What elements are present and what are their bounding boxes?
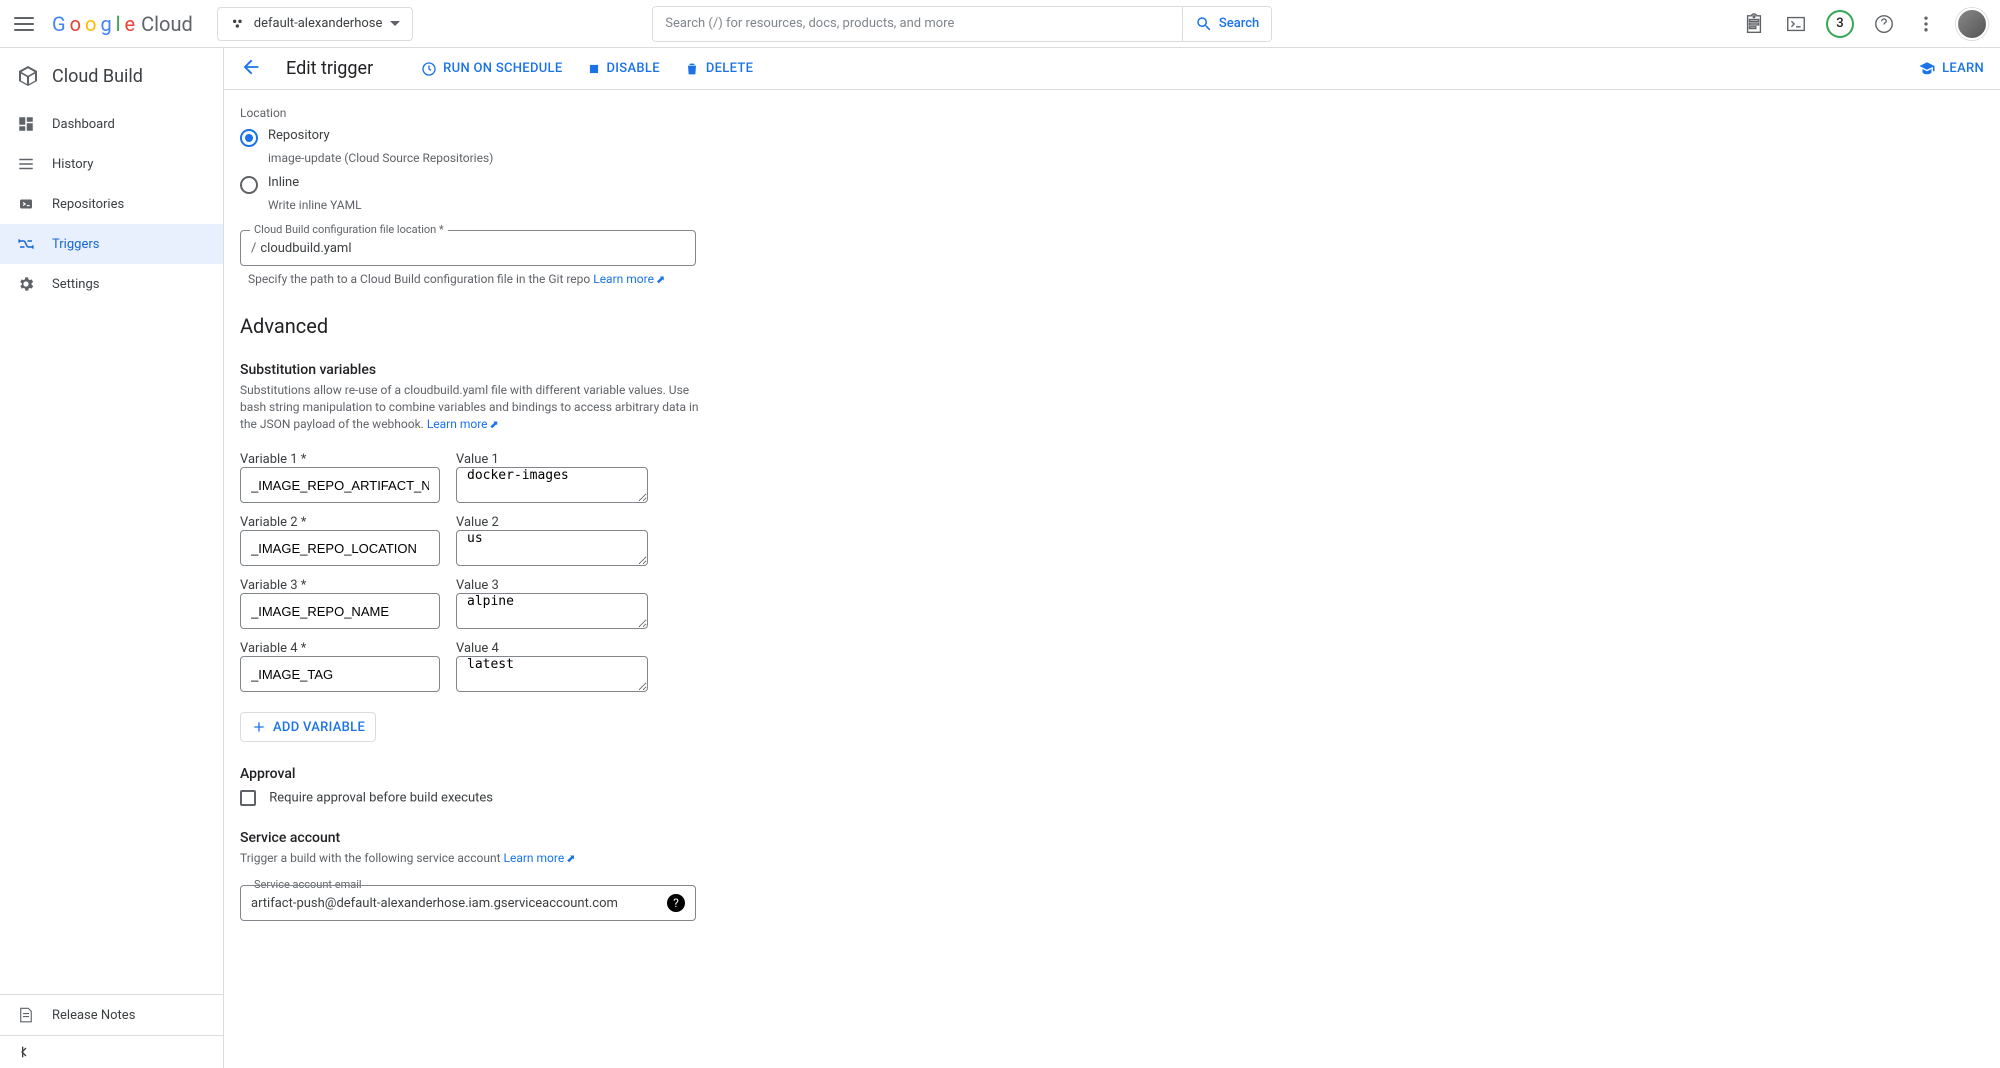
approval-checkbox[interactable]	[240, 790, 256, 806]
sidebar-item-triggers[interactable]: Triggers	[0, 224, 223, 264]
notifications-badge[interactable]: 3	[1826, 10, 1854, 38]
project-icon	[230, 16, 246, 32]
variable-name-label: Variable 3 *	[240, 578, 440, 593]
variable-value-label: Value 3	[456, 578, 648, 593]
repository-radio-sublabel: image-update (Cloud Source Repositories)	[268, 151, 940, 165]
variable-value-label: Value 1	[456, 452, 648, 467]
external-link-icon: ⬈	[656, 273, 665, 286]
approval-checkbox-label: Require approval before build executes	[269, 791, 493, 806]
sa-help-icon[interactable]: ?	[667, 894, 685, 912]
repository-radio-label: Repository	[268, 128, 330, 143]
cloud-shell-icon[interactable]	[1784, 12, 1808, 36]
variable-row: Variable 1 * Value 1 docker-images	[240, 452, 940, 507]
repositories-icon	[16, 194, 36, 214]
advanced-heading: Advanced	[240, 314, 940, 338]
delete-icon	[684, 61, 700, 77]
schedule-icon	[421, 61, 437, 77]
menu-icon[interactable]	[12, 12, 36, 36]
variable-name-input[interactable]	[240, 467, 440, 503]
sidebar-item-dashboard[interactable]: Dashboard	[0, 104, 223, 144]
variable-row: Variable 2 * Value 2 us	[240, 515, 940, 570]
dashboard-icon	[16, 114, 36, 134]
collapse-sidebar-button[interactable]	[0, 1035, 223, 1068]
page-toolbar: Edit trigger RUN ON SCHEDULE DISABLE DEL…	[224, 48, 2000, 90]
inline-radio[interactable]	[240, 176, 258, 194]
service-header: Cloud Build	[0, 48, 223, 104]
project-selector[interactable]: default-alexanderhose	[217, 7, 414, 41]
history-icon	[16, 154, 36, 174]
external-link-icon: ⬈	[490, 418, 499, 431]
variable-row: Variable 3 * Value 3 alpine	[240, 578, 940, 633]
learn-icon	[1918, 60, 1936, 78]
variable-value-label: Value 2	[456, 515, 648, 530]
sidebar: Cloud Build Dashboard History Repositori…	[0, 48, 224, 1068]
release-notes-link[interactable]: Release Notes	[0, 995, 223, 1035]
triggers-icon	[16, 234, 36, 254]
form-content: Location Repository image-update (Cloud …	[224, 90, 2000, 1068]
cloud-build-icon	[16, 64, 40, 88]
variable-name-input[interactable]	[240, 530, 440, 566]
service-account-description: Trigger a build with the following servi…	[240, 851, 501, 865]
variable-name-label: Variable 1 *	[240, 452, 440, 467]
variable-name-label: Variable 2 *	[240, 515, 440, 530]
learn-button[interactable]: LEARN	[1918, 60, 1984, 78]
inline-radio-label: Inline	[268, 175, 299, 190]
subvars-learn-more-link[interactable]: Learn more⬈	[427, 417, 499, 431]
location-label: Location	[240, 106, 940, 120]
help-icon[interactable]	[1872, 12, 1896, 36]
sa-email-input[interactable]: artifact-push@default-alexanderhose.iam.…	[240, 885, 696, 921]
chevron-left-icon	[16, 1044, 32, 1060]
variable-value-label: Value 4	[456, 641, 648, 656]
search-input[interactable]: Search (/) for resources, docs, products…	[652, 6, 1183, 42]
variable-value-input[interactable]: docker-images	[456, 467, 648, 503]
search-button[interactable]: Search	[1183, 6, 1272, 42]
project-name: default-alexanderhose	[254, 16, 383, 31]
chevron-down-icon	[390, 21, 400, 26]
delete-button[interactable]: DELETE	[684, 61, 753, 77]
stop-icon	[587, 62, 601, 76]
variable-value-input[interactable]: us	[456, 530, 648, 566]
run-on-schedule-button[interactable]: RUN ON SCHEDULE	[421, 61, 562, 77]
sidebar-item-repositories[interactable]: Repositories	[0, 184, 223, 224]
google-cloud-logo[interactable]: Google Cloud	[52, 12, 193, 36]
variable-name-input[interactable]	[240, 593, 440, 629]
variable-row: Variable 4 * Value 4 latest	[240, 641, 940, 696]
substitution-variables-heading: Substitution variables	[240, 362, 940, 378]
more-icon[interactable]	[1914, 12, 1938, 36]
release-notes-icon	[16, 1005, 36, 1025]
sidebar-item-settings[interactable]: Settings	[0, 264, 223, 304]
variable-value-input[interactable]: latest	[456, 656, 648, 692]
variable-name-input[interactable]	[240, 656, 440, 692]
service-account-heading: Service account	[240, 830, 940, 846]
back-button[interactable]	[240, 56, 262, 82]
plus-icon	[251, 719, 267, 735]
repository-radio[interactable]	[240, 129, 258, 147]
sidebar-item-history[interactable]: History	[0, 144, 223, 184]
config-file-label: Cloud Build configuration file location …	[250, 223, 448, 236]
sa-learn-more-link[interactable]: Learn more⬈	[504, 851, 576, 865]
global-header: Google Cloud default-alexanderhose Searc…	[0, 0, 2000, 48]
add-variable-button[interactable]: ADD VARIABLE	[240, 712, 376, 742]
account-avatar[interactable]	[1956, 8, 1988, 40]
config-learn-more-link[interactable]: Learn more⬈	[593, 272, 665, 286]
variable-value-input[interactable]: alpine	[456, 593, 648, 629]
external-link-icon: ⬈	[566, 852, 575, 865]
config-helper-text: Specify the path to a Cloud Build config…	[248, 272, 590, 286]
settings-icon	[16, 274, 36, 294]
variable-name-label: Variable 4 *	[240, 641, 440, 656]
trial-status-icon[interactable]	[1742, 12, 1766, 36]
inline-radio-sublabel: Write inline YAML	[268, 198, 940, 212]
page-title: Edit trigger	[286, 58, 373, 79]
disable-button[interactable]: DISABLE	[587, 61, 660, 76]
search-icon	[1195, 15, 1213, 33]
approval-heading: Approval	[240, 766, 940, 782]
